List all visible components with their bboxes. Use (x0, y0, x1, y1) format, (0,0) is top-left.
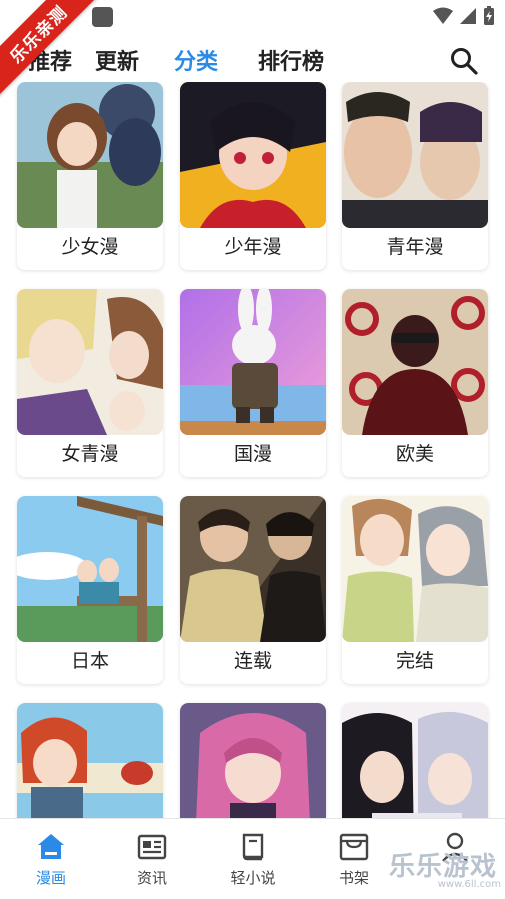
category-card-shounen[interactable]: 少年漫 (180, 82, 326, 270)
category-card-shoujo[interactable]: 少女漫 (17, 82, 163, 270)
nav-label: 资讯 (136, 869, 167, 887)
category-cover-image (180, 289, 326, 435)
category-cover-image (180, 496, 326, 642)
top-tab-bar: 推荐 更新 分类 排行榜 (0, 34, 505, 82)
book-icon (242, 833, 264, 861)
category-label: 欧美 (395, 443, 434, 465)
category-cover-image (17, 82, 163, 228)
home-icon (38, 834, 64, 859)
watermark-text: 乐乐游戏 (389, 852, 498, 882)
category-cover-image (180, 82, 326, 228)
nav-item-news[interactable]: 资讯 (112, 831, 192, 888)
category-card[interactable] (180, 703, 326, 818)
category-label: 女青漫 (61, 443, 119, 465)
category-label: 日本 (70, 650, 109, 672)
category-card-ongoing[interactable]: 连载 (180, 496, 326, 684)
category-cover-image (342, 703, 488, 818)
nav-item-light-novel[interactable]: 轻小说 (213, 831, 293, 888)
battery-icon (484, 6, 494, 25)
category-cover-image (17, 289, 163, 435)
category-cover-image (342, 496, 488, 642)
category-label: 连载 (233, 650, 272, 672)
category-cover-image (180, 703, 326, 818)
category-label: 少年漫 (224, 236, 282, 258)
notification-icon (92, 7, 113, 27)
nav-label: 漫画 (35, 869, 66, 887)
search-icon[interactable] (449, 46, 479, 76)
nav-item-bookshelf[interactable]: 书架 (314, 831, 394, 888)
category-cover-image (17, 703, 163, 818)
category-label: 少女漫 (61, 236, 119, 258)
tab-ranking[interactable]: 排行榜 (258, 44, 324, 76)
nav-label: 书架 (338, 869, 369, 887)
category-card-western[interactable]: 欧美 (342, 289, 488, 477)
category-cover-image (342, 82, 488, 228)
category-label: 完结 (395, 650, 434, 672)
nav-item-comics[interactable]: 漫画 (11, 831, 91, 888)
category-cover-image (342, 289, 488, 435)
news-icon (137, 834, 167, 860)
status-icons (433, 6, 495, 26)
category-label: 青年漫 (386, 236, 444, 258)
bookshelf-icon (339, 833, 369, 861)
category-card-josei[interactable]: 女青漫 (17, 289, 163, 477)
signal-icon (460, 8, 476, 24)
category-card[interactable] (342, 703, 488, 818)
wifi-icon (433, 7, 453, 24)
tab-updates[interactable]: 更新 (95, 44, 139, 76)
tab-categories[interactable]: 分类 (174, 44, 218, 76)
category-card-japan[interactable]: 日本 (17, 496, 163, 684)
category-card-guoman[interactable]: 国漫 (180, 289, 326, 477)
category-card[interactable] (17, 703, 163, 818)
category-card-completed[interactable]: 完结 (342, 496, 488, 684)
category-grid: 少女漫 少年漫 青年漫 女青漫 国漫 欧美 日本 连载 完结 (0, 82, 505, 818)
category-label: 国漫 (233, 443, 272, 465)
watermark: 乐乐游戏 www.6ll.com (389, 846, 501, 896)
category-card-seinen[interactable]: 青年漫 (342, 82, 488, 270)
category-cover-image (17, 496, 163, 642)
nav-label: 轻小说 (230, 869, 276, 887)
